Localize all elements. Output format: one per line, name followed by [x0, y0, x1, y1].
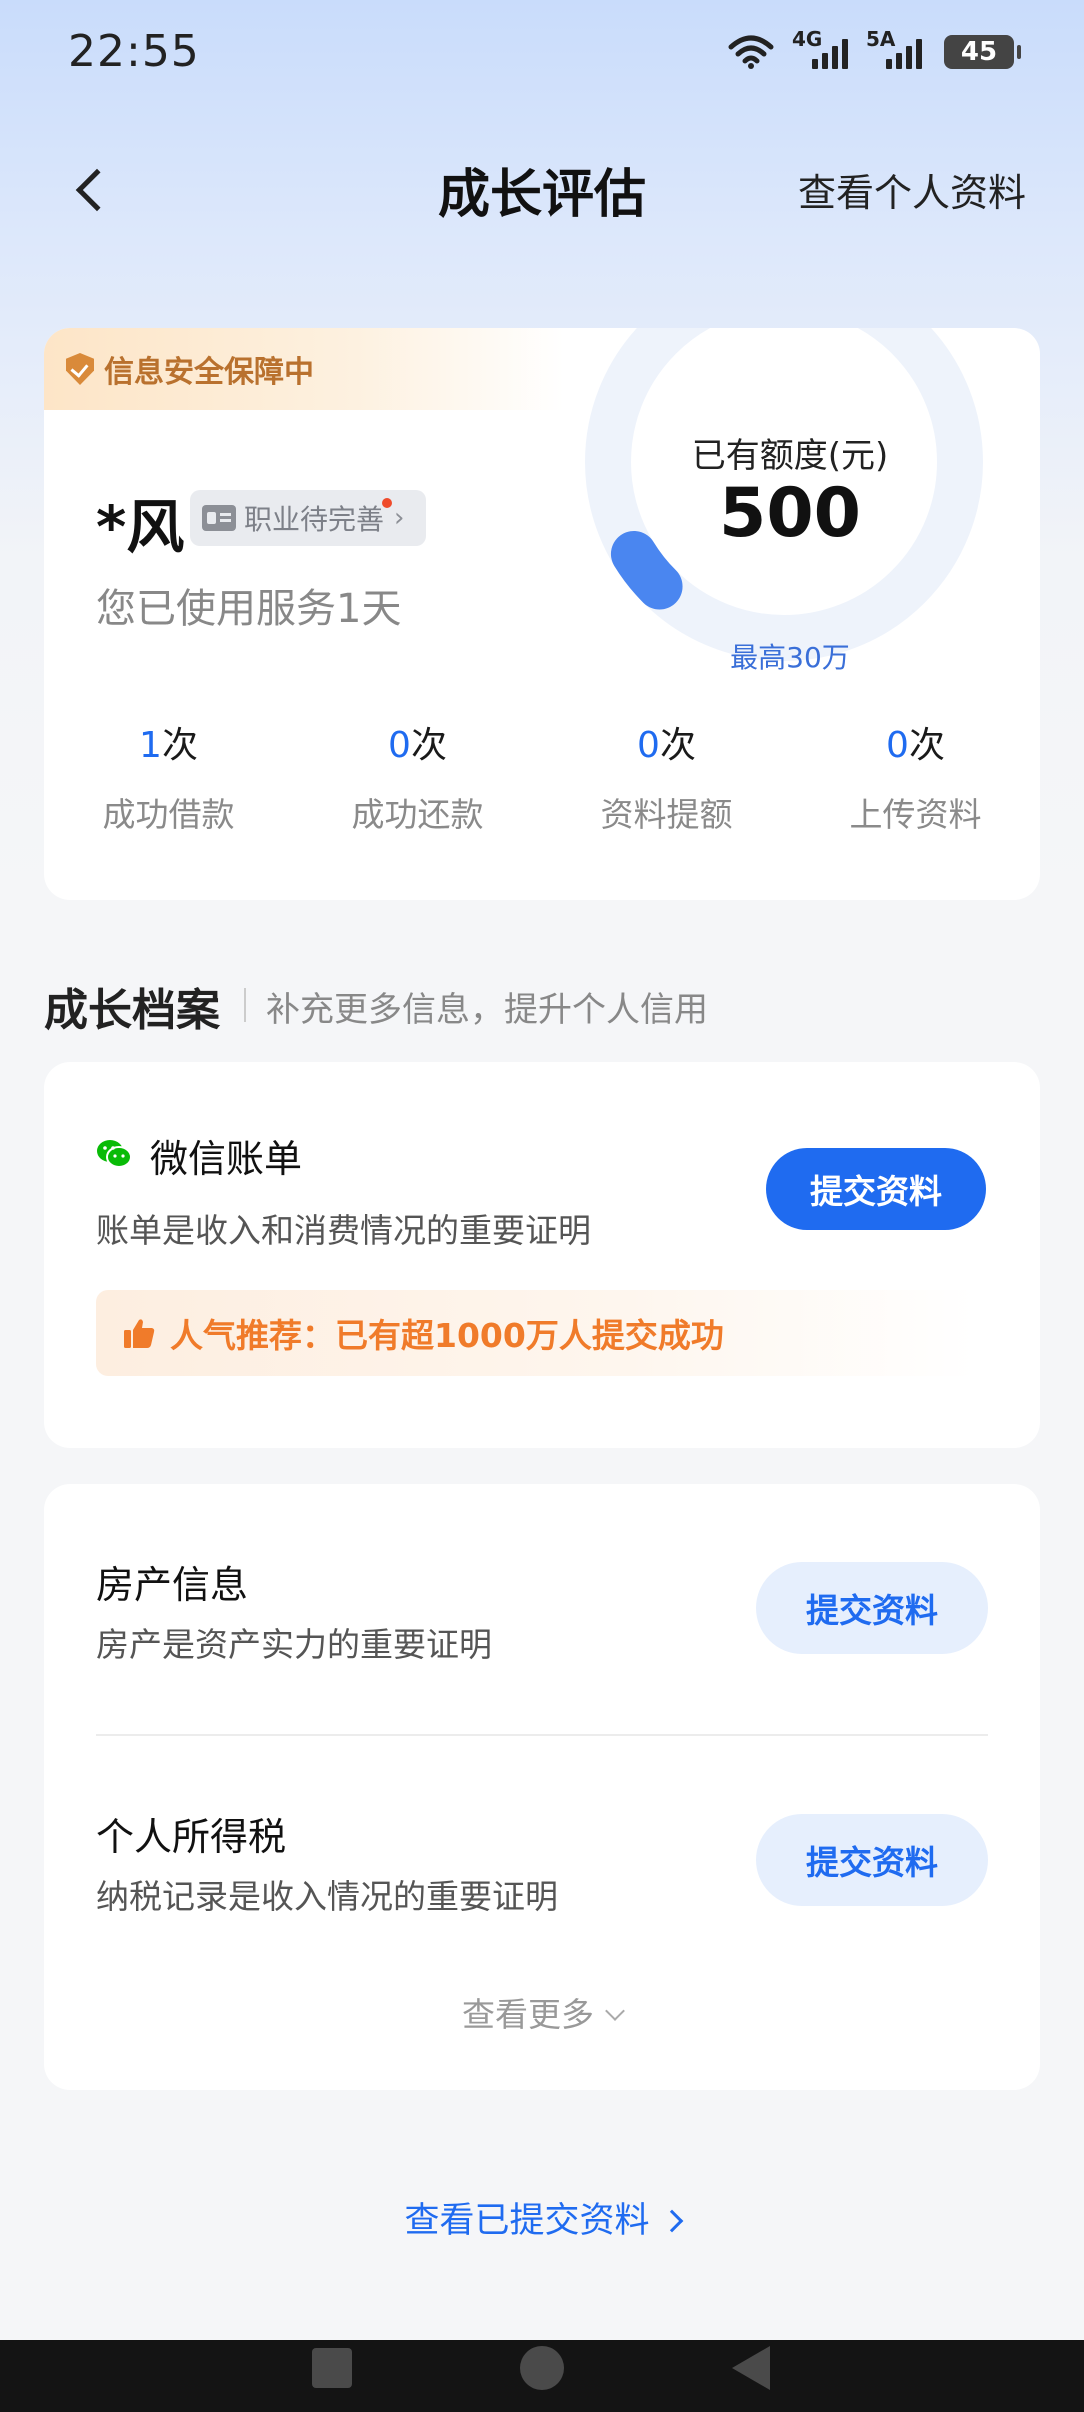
chevron-right-icon: ›	[394, 503, 405, 533]
property-title: 房产信息	[96, 1563, 249, 1607]
view-submitted-link[interactable]: 查看已提交资料	[0, 2192, 1084, 2243]
overview-card: 信息安全保障中 *风 职业待完善 › 您已使用服务1天 已有额度(元) 500 …	[44, 328, 1040, 900]
wifi-icon	[728, 35, 774, 69]
stat-unit: 次	[659, 725, 696, 766]
job-tag[interactable]: 职业待完善 ›	[190, 490, 427, 546]
view-submitted-label: 查看已提交资料	[404, 2201, 650, 2241]
days-used: 您已使用服务1天	[96, 586, 402, 632]
signal-5a-icon: 5A	[866, 27, 922, 69]
id-card-icon	[202, 505, 236, 531]
income-tax-submit-button[interactable]: 提交资料	[756, 1814, 988, 1906]
other-materials-card: 房产信息 房产是资产实力的重要证明 提交资料 个人所得税 纳税记录是收入情况的重…	[44, 1484, 1040, 2090]
user-name: *风	[96, 493, 185, 561]
stat-label: 成功借款	[102, 795, 235, 834]
income-tax-desc: 纳税记录是收入情况的重要证明	[96, 1877, 558, 1916]
section-divider	[244, 988, 246, 1022]
nav-back-icon[interactable]	[732, 2346, 770, 2390]
property-desc: 房产是资产实力的重要证明	[96, 1625, 492, 1664]
stat-success-repay[interactable]: 0次 成功还款	[293, 716, 542, 836]
income-tax-title: 个人所得税	[96, 1815, 287, 1859]
battery-icon: 45	[944, 35, 1021, 69]
home-icon[interactable]	[520, 2346, 564, 2390]
thumbs-up-icon	[124, 1319, 155, 1348]
chevron-right-icon	[660, 2209, 683, 2233]
limit-label: 已有额度(元)	[691, 436, 889, 476]
stat-label: 资料提额	[600, 795, 733, 834]
stats-row: 1次 成功借款 0次 成功还款 0次 资料提额 0次 上传资料	[44, 716, 1040, 836]
section-title: 成长档案	[44, 985, 220, 1036]
job-tag-label: 职业待完善	[244, 503, 385, 536]
signal-4g-icon: 4G	[792, 27, 848, 69]
stat-value: 0	[388, 725, 411, 766]
section-subtitle: 补充更多信息，提升个人信用	[266, 990, 708, 1030]
property-submit-button[interactable]: 提交资料	[756, 1562, 988, 1654]
wechat-desc: 账单是收入和消费情况的重要证明	[96, 1211, 591, 1250]
wechat-icon	[97, 1140, 132, 1168]
stat-label: 上传资料	[849, 795, 982, 834]
row-divider	[96, 1734, 988, 1736]
security-badge: 信息安全保障中	[44, 328, 564, 410]
stat-value: 0	[637, 725, 660, 766]
stat-value: 1	[139, 725, 162, 766]
view-profile-link[interactable]: 查看个人资料	[798, 162, 1026, 217]
stat-unit: 次	[410, 725, 447, 766]
chevron-down-icon	[605, 2001, 625, 2021]
stat-label: 成功还款	[351, 795, 484, 834]
view-more-label: 查看更多	[462, 1995, 594, 2034]
view-more-link[interactable]: 查看更多	[44, 1988, 1040, 2036]
shield-icon	[66, 353, 94, 385]
notification-dot	[382, 498, 393, 508]
stat-value: 0	[886, 725, 909, 766]
recent-apps-icon[interactable]	[312, 2348, 352, 2388]
status-icons: 4G 5A 45	[728, 27, 1021, 74]
promo-text: 人气推荐：已有超1000万人提交成功	[170, 1316, 724, 1355]
limit-max: 最高30万	[730, 641, 850, 674]
security-badge-text: 信息安全保障中	[104, 355, 314, 390]
network-label-2: 5A	[866, 27, 896, 51]
stat-unit: 次	[161, 725, 198, 766]
status-time: 22:55	[68, 26, 200, 77]
stat-unit: 次	[908, 725, 945, 766]
stat-uploads[interactable]: 0次 上传资料	[791, 716, 1040, 836]
wechat-submit-button[interactable]: 提交资料	[766, 1148, 986, 1230]
network-label-1: 4G	[792, 27, 823, 51]
stat-limit-increase[interactable]: 0次 资料提额	[542, 716, 791, 836]
gauge-progress-arc	[610, 530, 683, 610]
wechat-title: 微信账单	[150, 1137, 303, 1181]
stat-success-loan[interactable]: 1次 成功借款	[44, 716, 293, 836]
wechat-bill-card: 微信账单 账单是收入和消费情况的重要证明 提交资料 人气推荐：已有超1000万人…	[44, 1062, 1040, 1448]
limit-value: 500	[719, 474, 861, 553]
promo-bar: 人气推荐：已有超1000万人提交成功	[96, 1290, 976, 1376]
